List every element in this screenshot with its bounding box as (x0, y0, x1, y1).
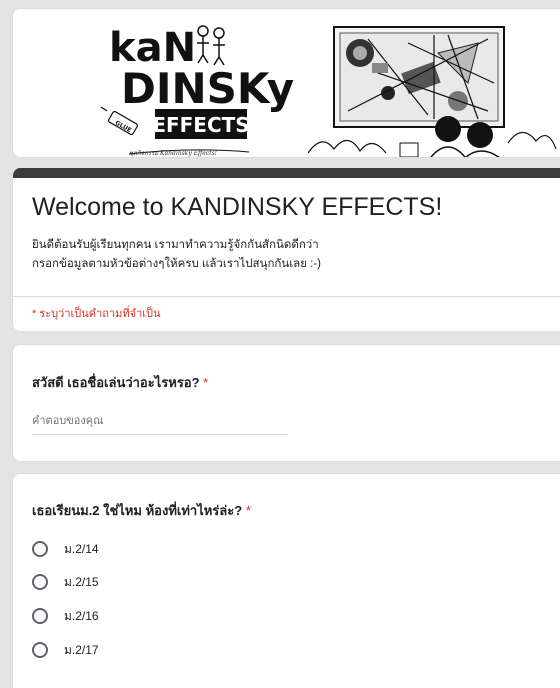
kandinsky-painting-illustration (308, 26, 557, 157)
svg-text:EFFECTS: EFFECTS (152, 113, 249, 137)
radio-button-icon[interactable] (32, 642, 48, 658)
radio-option-label: ม.2/15 (64, 574, 99, 589)
question-title: สวัสดี เธอชื่อเล่นว่าอะไรหรอ? * (32, 372, 208, 393)
radio-option-class-2-14[interactable]: ม.2/14 (32, 539, 232, 559)
form-description-line: ยินดีต้อนรับผู้เรียนทุกคน เรามาทำความรู้… (32, 239, 319, 251)
required-asterisk: * (245, 503, 251, 518)
radio-button-icon[interactable] (32, 574, 48, 590)
radio-button-icon[interactable] (32, 541, 48, 557)
radio-option-label: ม.2/16 (64, 608, 99, 623)
radio-option-class-2-15[interactable]: ม.2/15 (32, 572, 232, 592)
required-note: * ระบุว่าเป็นคำถามที่จำเป็น (32, 308, 161, 320)
question-card-nickname: สวัสดี เธอชื่อเล่นว่าอะไรหรอ? * (12, 344, 560, 462)
radio-option-label: ม.2/14 (64, 541, 99, 556)
question-title-text: สวัสดี เธอชื่อเล่นว่าอะไรหรอ? (32, 375, 200, 390)
header-banner: kaN DINSKy EFFECTS GLUE ชุดกิจกรรม Kandi… (12, 8, 560, 158)
divider (13, 296, 560, 297)
svg-text:GLUE: GLUE (114, 119, 133, 134)
nickname-answer-input[interactable] (32, 411, 288, 435)
form-description-line: กรอกข้อมูลตามหัวข้อต่างๆให้ครบ แล้วเราไป… (32, 258, 321, 270)
question-title: เธอเรียนม.2 ใช่ไหม ห้องที่เท่าไหร่ล่ะ? * (32, 500, 251, 521)
question-card-classroom: เธอเรียนม.2 ใช่ไหม ห้องที่เท่าไหร่ล่ะ? *… (12, 473, 560, 688)
form-description: ยินดีต้อนรับผู้เรียนทุกคน เรามาทำความรู้… (32, 236, 321, 274)
radio-button-icon[interactable] (32, 608, 48, 624)
radio-option-class-2-17[interactable]: ม.2/17 (32, 640, 232, 660)
radio-option-label: ม.2/17 (64, 642, 99, 657)
kandinsky-effects-logo: kaN DINSKy EFFECTS GLUE (100, 25, 294, 155)
title-accent-bar (13, 168, 560, 178)
question-title-text: เธอเรียนม.2 ใช่ไหม ห้องที่เท่าไหร่ล่ะ? (32, 503, 243, 518)
form-title-card: Welcome to KANDINSKY EFFECTS! ยินดีต้อนร… (12, 168, 560, 332)
svg-text:DINSKy: DINSKy (121, 64, 294, 113)
form-title: Welcome to KANDINSKY EFFECTS! (32, 193, 443, 221)
logo-caption: ชุดกิจกรรม Kandinsky Effects! (129, 150, 218, 157)
required-asterisk: * (203, 375, 209, 390)
radio-option-class-2-16[interactable]: ม.2/16 (32, 606, 232, 626)
